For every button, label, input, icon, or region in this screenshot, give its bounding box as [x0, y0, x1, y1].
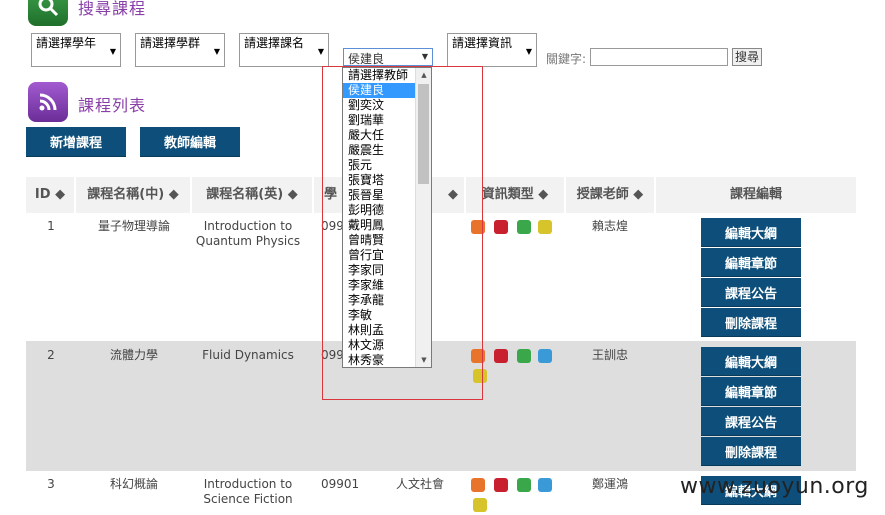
- cell-name-zh: 量子物理導論: [97, 219, 170, 233]
- col-edit-header: 課程編輯: [729, 187, 782, 202]
- edit-chapters-button[interactable]: 編輯章節: [701, 377, 801, 406]
- teacher-select-value: 侯建良: [348, 52, 385, 66]
- course-announcement-button[interactable]: 課程公告: [701, 278, 801, 307]
- edit-chapters-button[interactable]: 編輯章節: [701, 248, 801, 277]
- keyword-label: 關鍵字:: [546, 52, 587, 66]
- search-heading-icon: [28, 0, 68, 26]
- cell-id: 3: [47, 477, 55, 491]
- cell-code: 09901: [321, 477, 360, 491]
- highlight-outline: [322, 66, 483, 400]
- cell-teacher: 王訓忠: [591, 348, 628, 362]
- teacher-edit-button[interactable]: 教師編輯: [140, 127, 240, 157]
- cell-teacher: 賴志煌: [591, 219, 628, 233]
- group-select-value: 請選擇學群: [140, 36, 201, 50]
- link-type-icon[interactable]: [538, 478, 552, 492]
- add-course-button[interactable]: 新增課程: [26, 127, 126, 157]
- cell-name-en: Introduction to Quantum Physics: [195, 219, 301, 248]
- watermark: www.zuoyun.org: [680, 474, 869, 499]
- search-button[interactable]: 搜尋: [732, 48, 762, 66]
- course-list-heading: 課程列表: [78, 96, 147, 115]
- teacher-select[interactable]: 侯建良 ▼: [343, 48, 433, 66]
- cell-name-en: Introduction to Science Fiction: [203, 477, 293, 506]
- delete-course-button[interactable]: 刪除課程: [701, 437, 801, 466]
- col-id-header[interactable]: ID ◆: [26, 177, 76, 213]
- year-select[interactable]: 請選擇學年 ▼: [31, 33, 121, 67]
- doc-type-icon[interactable]: [471, 478, 485, 492]
- chevron-down-icon: ▼: [525, 47, 532, 56]
- cell-name-zh: 科幻概論: [109, 477, 158, 491]
- info-select[interactable]: 請選擇資訊 ▼: [447, 33, 537, 67]
- chevron-down-icon: ▼: [421, 52, 428, 61]
- pdf-type-icon[interactable]: [494, 478, 508, 492]
- chevron-down-icon: ▼: [109, 47, 116, 56]
- col-teacher-header[interactable]: 授課老師 ◆: [566, 177, 656, 213]
- search-heading: 搜尋課程: [78, 0, 147, 18]
- cell-id: 1: [47, 219, 55, 233]
- video-type-icon[interactable]: [517, 478, 531, 492]
- video-type-icon[interactable]: [517, 349, 531, 363]
- pdf-type-icon[interactable]: [494, 220, 508, 234]
- chevron-down-icon: ▼: [213, 47, 220, 56]
- col-name-en-header[interactable]: 課程名稱(英) ◆: [192, 177, 314, 213]
- keyword-input[interactable]: [590, 48, 728, 66]
- rss-heading-icon: [28, 82, 68, 122]
- cell-name-en: Fluid Dynamics: [202, 348, 294, 362]
- info-select-value: 請選擇資訊: [452, 36, 513, 50]
- pdf-type-icon[interactable]: [494, 349, 508, 363]
- delete-course-button[interactable]: 刪除課程: [701, 308, 801, 337]
- edit-syllabus-button[interactable]: 編輯大綱: [701, 218, 801, 247]
- note-type-icon[interactable]: [538, 220, 552, 234]
- chevron-down-icon: ▼: [317, 47, 324, 56]
- edit-syllabus-button[interactable]: 編輯大綱: [701, 347, 801, 376]
- video-type-icon[interactable]: [517, 220, 531, 234]
- course-select-value: 請選擇課名: [244, 36, 305, 50]
- note-type-icon[interactable]: [473, 498, 487, 512]
- course-announcement-button[interactable]: 課程公告: [701, 407, 801, 436]
- cell-teacher: 鄭運鴻: [591, 477, 628, 491]
- course-select[interactable]: 請選擇課名 ▼: [239, 33, 329, 67]
- col-name-zh-header[interactable]: 課程名稱(中) ◆: [76, 177, 192, 213]
- cell-name-zh: 流體力學: [109, 348, 158, 362]
- cell-group: 人文社會: [395, 477, 444, 491]
- year-select-value: 請選擇學年: [36, 36, 97, 50]
- cell-id: 2: [47, 348, 55, 362]
- link-type-icon[interactable]: [538, 349, 552, 363]
- group-select[interactable]: 請選擇學群 ▼: [135, 33, 225, 67]
